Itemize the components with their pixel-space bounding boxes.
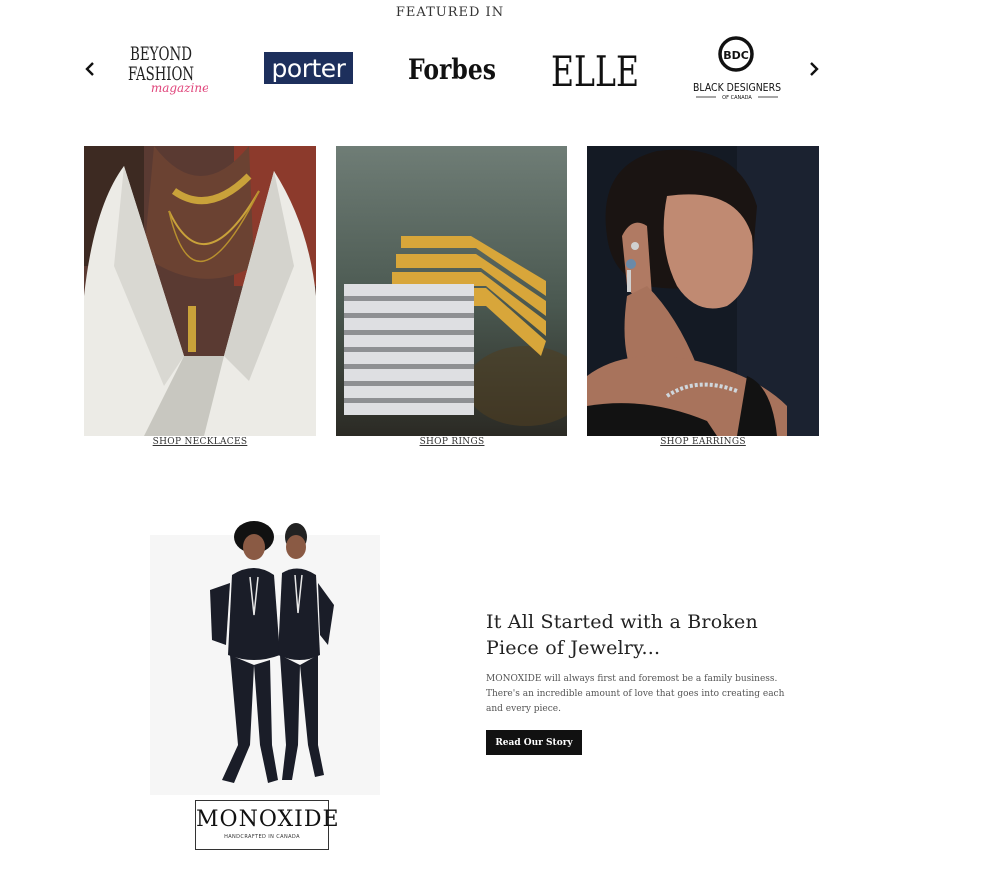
porter-logo-text: porter [271,53,346,83]
bdc-mark: BDC [723,49,749,62]
shop-earrings-link[interactable]: SHOP EARRINGS [587,437,819,447]
forbes-logo[interactable]: Forbes [406,50,498,86]
read-our-story-button[interactable]: Read Our Story [486,730,582,755]
brand-tagline: HANDCRAFTED IN CANADA [224,834,300,840]
shop-rings-link[interactable]: SHOP RINGS [336,437,568,447]
beyond-fashion-line3: magazine [151,81,208,95]
chevron-left-icon [85,62,94,76]
beyond-fashion-logo[interactable]: BEYOND FASHION magazine [128,40,209,98]
beyond-fashion-line1: BEYOND [130,43,192,65]
bdc-line1: BLACK DESIGNERS [693,81,781,94]
brand-logo-text: MONOXIDE [196,807,340,832]
earrings-image[interactable] [587,146,819,436]
chevron-right-icon [810,62,819,76]
porter-logo[interactable]: porter [264,52,353,84]
carousel-next-button[interactable] [803,56,825,82]
forbes-logo-text: Forbes [408,53,496,86]
elle-logo[interactable]: ELLE [549,46,641,96]
story-heading: It All Started with a Broken Piece of Je… [486,611,758,659]
shop-necklaces-link[interactable]: SHOP NECKLACES [84,437,316,447]
bdc-line2: OF CANADA [722,95,752,101]
elle-logo-text: ELLE [551,47,639,90]
brand-illustration: MONOXIDE HANDCRAFTED IN CANADA [150,505,380,865]
featured-in-heading: FEATURED IN [395,5,505,20]
black-designers-of-canada-logo[interactable]: BDC BLACK DESIGNERS OF CANADA [690,34,784,104]
story-paragraph: MONOXIDE will always first and foremost … [486,674,785,714]
rings-image[interactable] [336,146,568,436]
necklaces-image[interactable] [84,146,316,436]
carousel-prev-button[interactable] [79,56,101,82]
brand-logo-box: MONOXIDE HANDCRAFTED IN CANADA [195,800,340,850]
